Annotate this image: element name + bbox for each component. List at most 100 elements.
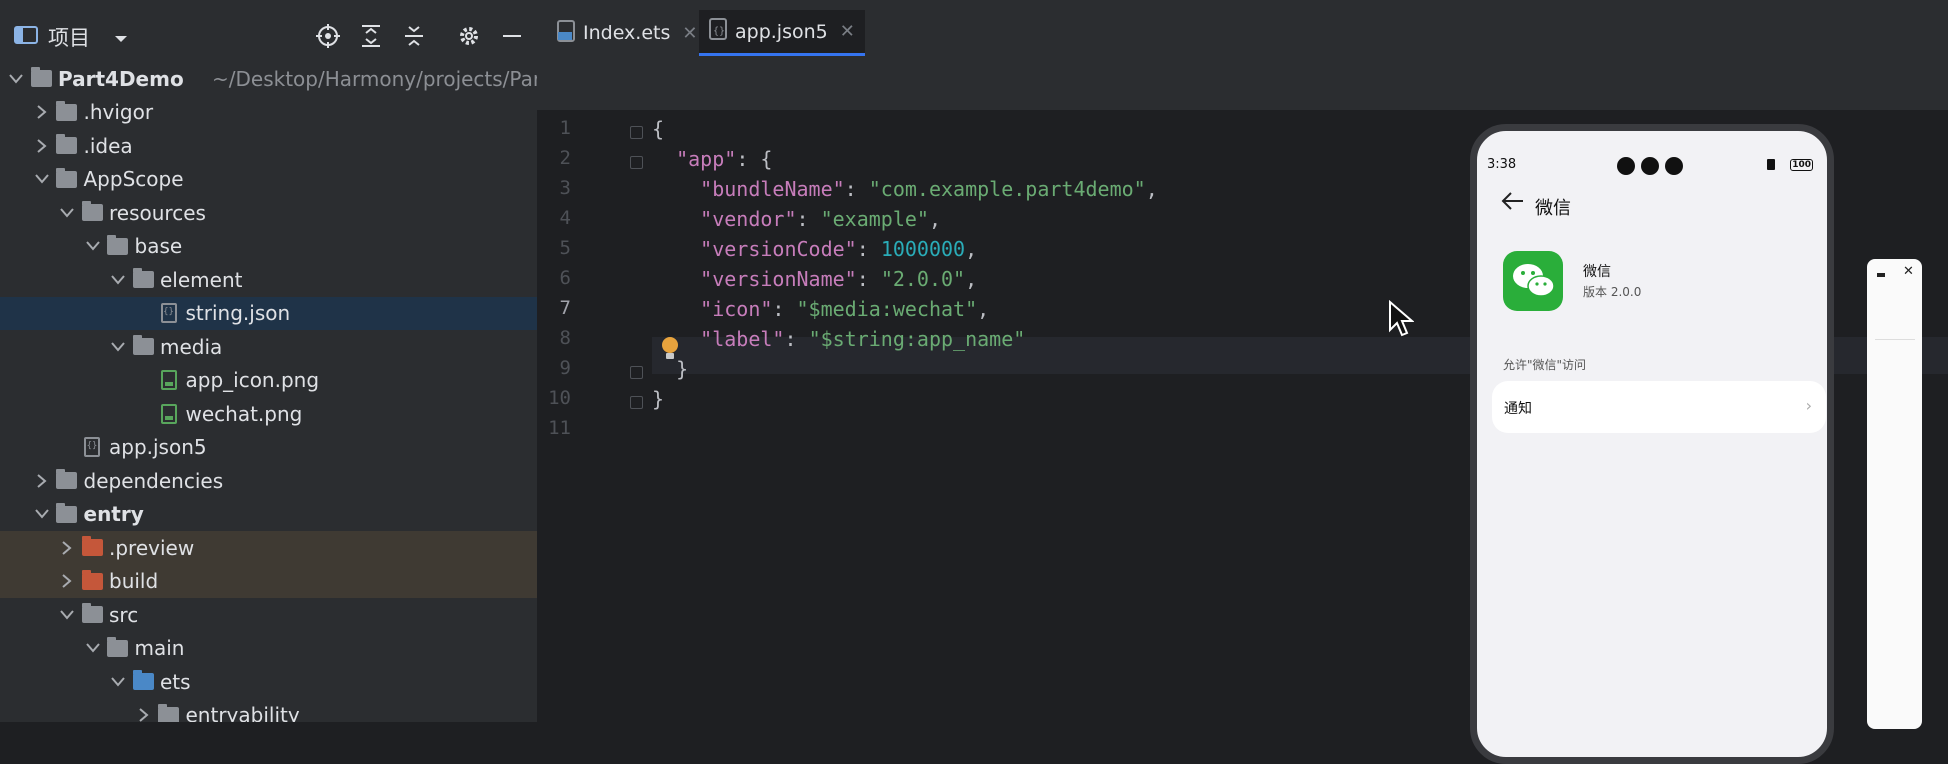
editor-tab-bar: Index.ets ✕ {} app.json5 ✕ xyxy=(537,0,1948,56)
tree-item[interactable]: build xyxy=(0,564,537,598)
gear-icon[interactable] xyxy=(455,22,483,50)
lightbulb-icon[interactable] xyxy=(660,336,680,366)
line-number: 11 xyxy=(548,417,571,439)
code-token: , xyxy=(977,297,990,321)
locate-icon[interactable] xyxy=(314,22,342,50)
fold-marker-icon[interactable] xyxy=(630,156,643,169)
folder-icon xyxy=(56,134,78,157)
project-tree: Part4Demo ~/Desktop/Harmony/projects/Part… xyxy=(0,62,537,722)
code-line[interactable]: "icon": "$media:wechat", xyxy=(652,297,989,327)
chevron-down-icon[interactable] xyxy=(110,339,126,355)
minimize-icon[interactable] xyxy=(498,22,526,50)
tree-item-label: dependencies xyxy=(83,468,224,493)
sim-icon xyxy=(1767,159,1775,170)
chevron-down-icon[interactable] xyxy=(34,506,50,522)
json-file-icon: {} xyxy=(81,436,103,458)
tree-item[interactable]: dependencies xyxy=(0,464,537,498)
close-icon[interactable]: ✕ xyxy=(840,21,855,42)
tree-item[interactable]: resources xyxy=(0,196,537,230)
back-arrow-icon[interactable] xyxy=(1501,191,1525,217)
tree-item-label: app.json5 xyxy=(109,435,207,460)
tree-item[interactable]: src xyxy=(0,598,537,632)
code-line[interactable]: "label": "$string:app_name" xyxy=(652,327,1025,357)
tree-item[interactable]: {} string.json xyxy=(0,296,537,330)
json-file-icon: {} xyxy=(709,18,727,45)
code-line[interactable]: "bundleName": "com.example.part4demo", xyxy=(652,177,1158,207)
code-token: "label" xyxy=(700,327,785,351)
project-view-selector[interactable]: 项目 xyxy=(14,22,128,52)
tab-label: app.json5 xyxy=(735,20,828,43)
tree-item[interactable]: .preview xyxy=(0,531,537,565)
code-token: : xyxy=(844,177,869,201)
tree-item[interactable]: ets xyxy=(0,665,537,699)
wechat-logo-icon xyxy=(1503,251,1563,311)
line-number: 3 xyxy=(559,177,571,199)
tree-item[interactable]: wechat.png xyxy=(0,397,537,431)
tree-item[interactable]: Part4Demo ~/Desktop/Harmony/projects/Part xyxy=(0,62,537,96)
tree-item[interactable]: AppScope xyxy=(0,163,537,197)
folder-icon xyxy=(132,268,154,291)
code-token: } xyxy=(652,387,665,411)
tree-item[interactable]: base xyxy=(0,230,537,264)
chevron-right-icon[interactable] xyxy=(136,707,152,722)
chevron-right-icon[interactable] xyxy=(59,540,75,556)
ets-file-icon xyxy=(557,19,575,47)
notification-setting-item[interactable]: 通知 › xyxy=(1492,381,1826,433)
project-path: ~/Desktop/Harmony/projects/Part xyxy=(212,66,537,91)
chevron-right-icon[interactable] xyxy=(34,473,50,489)
tree-item[interactable]: .idea xyxy=(0,129,537,163)
code-token: "2.0.0" xyxy=(880,267,966,291)
code-line[interactable]: "versionCode": 1000000, xyxy=(652,237,977,267)
fold-marker-icon[interactable] xyxy=(630,396,643,409)
tree-item[interactable]: {} app.json5 xyxy=(0,431,537,465)
code-line[interactable]: "vendor": "example", xyxy=(652,207,941,237)
code-token: "versionCode" xyxy=(700,237,857,261)
chevron-right-icon[interactable] xyxy=(34,104,50,120)
tree-item[interactable]: .hvigor xyxy=(0,96,537,130)
code-token: , xyxy=(928,207,942,231)
chevron-down-icon[interactable] xyxy=(110,674,126,690)
chevron-down-icon[interactable] xyxy=(59,205,75,221)
tree-item[interactable]: app_icon.png xyxy=(0,364,537,398)
code-token: : xyxy=(856,267,881,291)
tree-item[interactable]: media xyxy=(0,330,537,364)
expand-all-icon[interactable] xyxy=(357,22,385,50)
code-token: , xyxy=(965,267,978,291)
code-line[interactable]: { xyxy=(652,117,664,147)
tree-item-label: entry xyxy=(83,502,144,527)
minimize-icon[interactable] xyxy=(1877,273,1885,277)
tree-item-label: build xyxy=(109,569,159,594)
tree-item-label: .preview xyxy=(109,535,195,560)
fold-marker-icon[interactable] xyxy=(630,366,643,379)
close-icon[interactable]: ✕ xyxy=(682,23,697,44)
tree-item[interactable]: element xyxy=(0,263,537,297)
tree-item[interactable]: entryability xyxy=(0,699,537,722)
chevron-down-icon[interactable] xyxy=(110,272,126,288)
tree-item-label: app_icon.png xyxy=(185,368,320,393)
code-token: "app" xyxy=(676,147,737,171)
chevron-down-icon[interactable] xyxy=(85,640,101,656)
tab-index-ets[interactable]: Index.ets ✕ xyxy=(547,10,707,56)
code-line[interactable]: } xyxy=(652,387,664,417)
close-icon[interactable]: ✕ xyxy=(1903,264,1914,279)
chevron-down-icon[interactable] xyxy=(85,238,101,254)
code-line[interactable]: "app": { xyxy=(652,147,772,177)
tree-item[interactable]: entry xyxy=(0,498,537,532)
tree-item[interactable]: main xyxy=(0,632,537,666)
chevron-down-icon[interactable] xyxy=(8,71,24,87)
camera-dot xyxy=(1641,157,1659,175)
code-line[interactable]: "versionName": "2.0.0", xyxy=(652,267,977,297)
tree-item-label: resources xyxy=(109,200,206,225)
chevron-right-icon[interactable] xyxy=(59,573,75,589)
app-version: 版本 2.0.0 xyxy=(1583,285,1642,299)
tab-app-json5[interactable]: {} app.json5 ✕ xyxy=(699,10,865,56)
fold-marker-icon[interactable] xyxy=(630,126,643,139)
image-file-icon xyxy=(158,403,180,425)
tree-item-label: main xyxy=(134,636,185,661)
collapse-all-icon[interactable] xyxy=(400,22,428,50)
chevron-down-icon[interactable] xyxy=(34,171,50,187)
chevron-right-icon[interactable] xyxy=(34,138,50,154)
chevron-down-icon[interactable] xyxy=(59,607,75,623)
